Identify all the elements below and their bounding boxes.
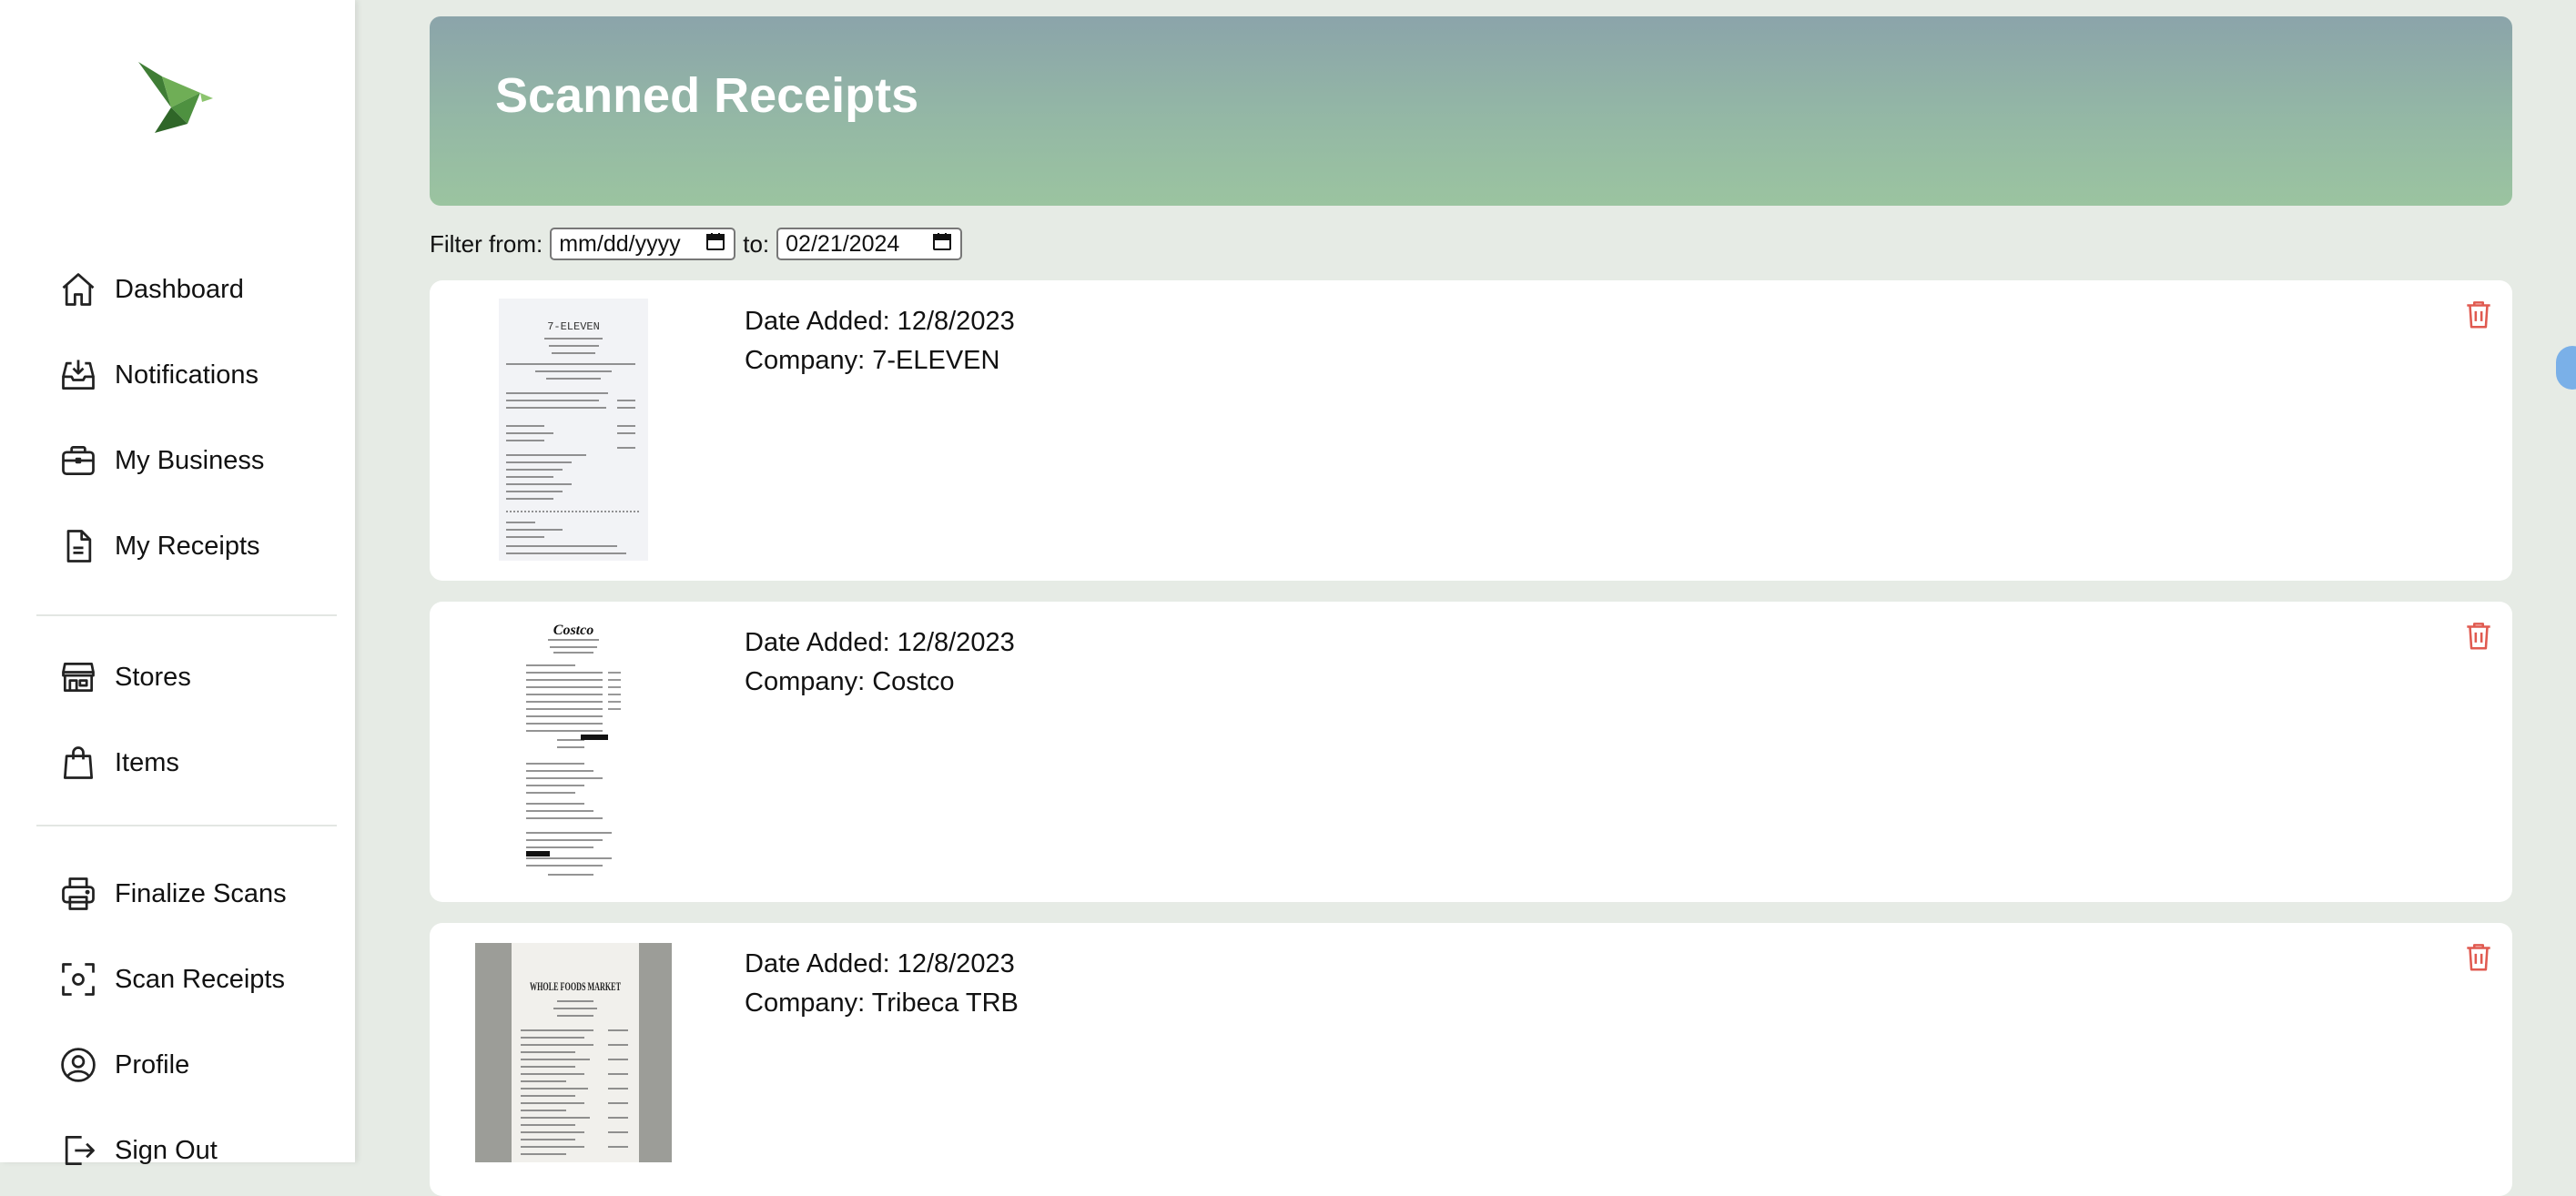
sidebar-item-label: Sign Out [115,1135,218,1165]
date-filter: Filter from: mm/dd/yyyy to: 02/21/2024 [430,226,969,262]
sidebar-item-label: Profile [115,1049,190,1079]
sidebar-item-notifications[interactable]: Notifications [56,348,259,402]
sidebar-item-scan-receipts[interactable]: Scan Receipts [56,952,285,1007]
sidebar-divider [36,614,337,616]
receipt-card[interactable]: 7-ELEVEN Date Added: 12/8/2023 Company: … [430,280,2512,581]
filter-from-label: Filter from: [430,229,543,258]
inbox-icon [56,353,100,397]
shopping-bag-icon [56,741,100,785]
sidebar-item-finalize-scans[interactable]: Finalize Scans [56,867,287,921]
sign-out-icon [56,1129,100,1172]
filter-to-label: to: [743,229,770,258]
receipt-thumbnail[interactable]: WHOLE FOODS MARKET [475,943,672,1162]
sidebar-item-my-receipts[interactable]: My Receipts [56,519,260,573]
sidebar-item-label: Stores [115,662,191,692]
receipt-heading: Costco [553,623,593,638]
store-icon [56,655,100,699]
sidebar-item-label: Dashboard [115,274,244,304]
floating-widget-handle[interactable] [2556,346,2576,390]
sidebar-item-label: Notifications [115,360,259,390]
sidebar-item-label: Items [115,747,179,777]
sidebar-item-stores[interactable]: Stores [56,650,191,704]
trash-icon[interactable] [2461,618,2496,653]
sidebar-item-label: My Business [115,445,265,475]
scan-icon [56,958,100,1001]
receipt-date-added: Date Added: 12/8/2023 [745,307,1015,336]
receipt-company: Company: Tribeca TRB [745,988,1019,1018]
receipt-date-added: Date Added: 12/8/2023 [745,949,1015,978]
briefcase-icon [56,439,100,482]
printer-icon [56,872,100,916]
bird-logo[interactable] [135,58,213,137]
sidebar-item-label: My Receipts [115,531,260,561]
filter-from-date-input[interactable]: mm/dd/yyyy [550,228,736,260]
filter-to-date-input[interactable]: 02/21/2024 [776,228,963,260]
sidebar-item-dashboard[interactable]: Dashboard [56,262,244,317]
sidebar-item-items[interactable]: Items [56,735,179,790]
sidebar-item-label: Finalize Scans [115,878,287,908]
sidebar-divider [36,825,337,826]
user-circle-icon [56,1043,100,1087]
calendar-icon[interactable] [931,230,953,258]
receipt-card[interactable]: WHOLE FOODS MARKET Date Added: 12/8/2023… [430,923,2512,1196]
page-title: Scanned Receipts [495,68,919,123]
receipt-info: Date Added: 12/8/2023 Company: 7-ELEVEN [745,302,1015,380]
document-icon [56,524,100,568]
receipt-card[interactable]: Costco Date Added: 12/8/2023 Company: Co… [430,602,2512,902]
trash-icon[interactable] [2461,297,2496,331]
receipt-heading: 7-ELEVEN [547,320,600,333]
receipt-heading: WHOLE FOODS MARKET [530,979,621,993]
receipt-company: Company: Costco [745,667,955,696]
sidebar-item-sign-out[interactable]: Sign Out [56,1123,218,1178]
sidebar-item-profile[interactable]: Profile [56,1038,189,1092]
receipt-info: Date Added: 12/8/2023 Company: Tribeca T… [745,945,1019,1023]
home-icon [56,268,100,311]
receipt-thumbnail[interactable]: Costco [521,618,626,882]
filter-to-value: 02/21/2024 [786,230,900,257]
receipt-info: Date Added: 12/8/2023 Company: Costco [745,623,1015,702]
receipt-company: Company: 7-ELEVEN [745,346,1000,375]
sidebar: Dashboard Notifications My Business My R… [0,0,355,1166]
trash-icon[interactable] [2461,939,2496,974]
sidebar-item-my-business[interactable]: My Business [56,433,264,488]
calendar-icon[interactable] [705,230,726,258]
receipt-thumbnail[interactable]: 7-ELEVEN [499,299,648,561]
receipt-date-added: Date Added: 12/8/2023 [745,628,1015,657]
sidebar-item-label: Scan Receipts [115,964,285,994]
filter-from-value: mm/dd/yyyy [559,230,681,257]
page-header-banner: Scanned Receipts [430,16,2512,206]
